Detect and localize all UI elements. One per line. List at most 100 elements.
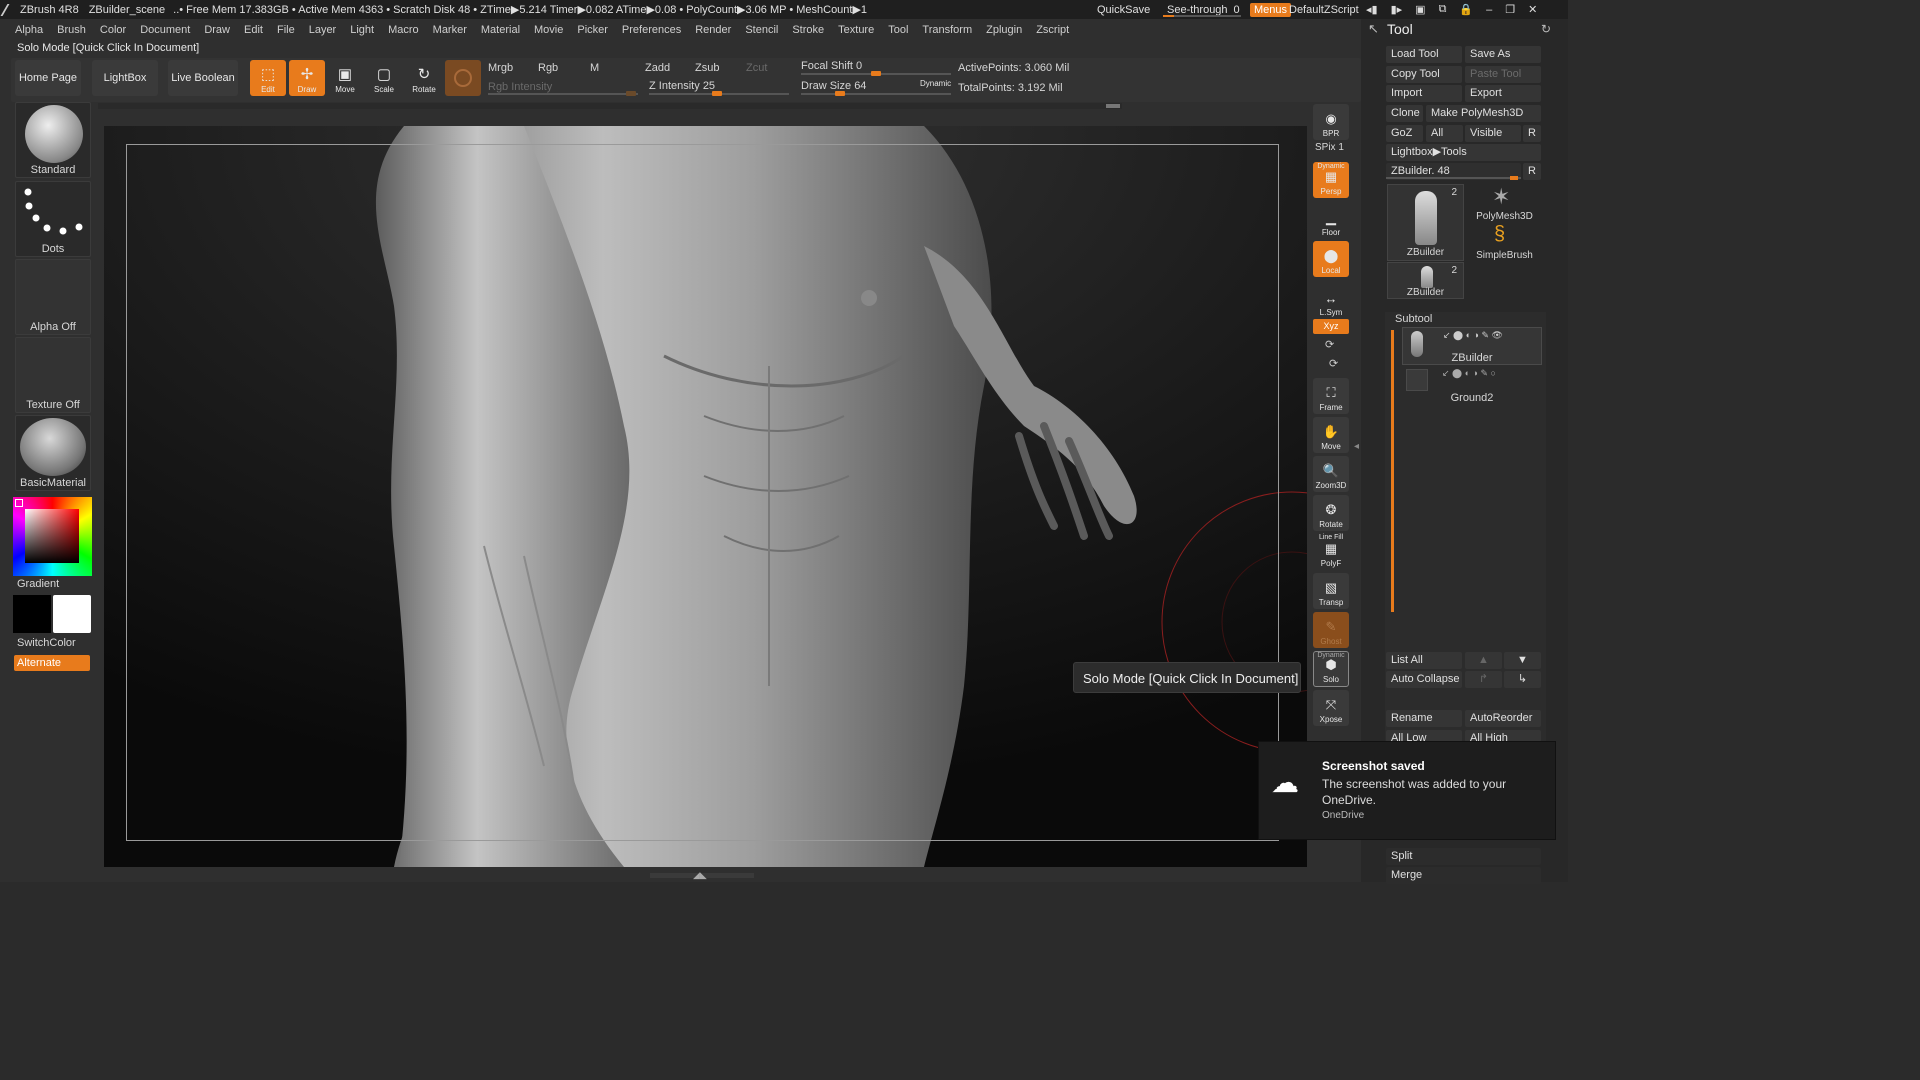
menu-marker[interactable]: Marker bbox=[433, 24, 467, 36]
menu-material[interactable]: Material bbox=[481, 24, 520, 36]
menu-draw[interactable]: Draw bbox=[204, 24, 230, 36]
subtool-scrollbar[interactable] bbox=[1391, 330, 1394, 612]
tool-thumb-zbuilder-2[interactable]: 2 ZBuilder bbox=[1387, 262, 1464, 299]
m-button[interactable]: M bbox=[590, 62, 599, 74]
xpose-button[interactable]: ⤧ Xpose bbox=[1313, 690, 1349, 726]
live-boolean-button[interactable]: Live Boolean bbox=[168, 60, 238, 96]
ui-layout-icon[interactable]: ▣ bbox=[1415, 3, 1425, 16]
shelf-scrollbar[interactable] bbox=[98, 103, 1122, 109]
color-picker[interactable] bbox=[13, 497, 92, 576]
rotate-z-icon[interactable]: ⟳ bbox=[1329, 357, 1338, 370]
color-picker-square[interactable] bbox=[25, 509, 79, 563]
auto-collapse-button[interactable]: Auto Collapse bbox=[1386, 671, 1462, 688]
subtool-header[interactable]: Subtool bbox=[1395, 313, 1432, 325]
menu-stroke[interactable]: Stroke bbox=[792, 24, 824, 36]
alpha-selector[interactable]: Alpha Off bbox=[15, 259, 91, 335]
quicksave-button[interactable]: QuickSave bbox=[1097, 0, 1150, 19]
dynamic-toggle[interactable]: Dynamic bbox=[920, 79, 951, 88]
menu-edit[interactable]: Edit bbox=[244, 24, 263, 36]
rgb-intensity-slider[interactable]: Rgb Intensity bbox=[488, 81, 552, 93]
export-button[interactable]: Export bbox=[1465, 85, 1541, 102]
menu-movie[interactable]: Movie bbox=[534, 24, 563, 36]
goz-all-button[interactable]: All bbox=[1426, 125, 1463, 142]
goz-button[interactable]: GoZ bbox=[1386, 125, 1423, 142]
goz-r-button[interactable]: R bbox=[1523, 125, 1541, 142]
subtool-toggles-icon[interactable]: ↙ ⬤ ◐ ◑ ✎ 👁 bbox=[1443, 330, 1503, 341]
scale-mode-button[interactable]: ▢ Scale bbox=[366, 60, 402, 96]
save-as-button[interactable]: Save As bbox=[1465, 46, 1541, 63]
menu-brush[interactable]: Brush bbox=[57, 24, 86, 36]
menu-document[interactable]: Document bbox=[140, 24, 190, 36]
polyf-button[interactable]: Line Fill ▦ PolyF bbox=[1313, 534, 1349, 570]
paste-tool-button[interactable]: Paste Tool bbox=[1465, 66, 1541, 83]
rotate-y-icon[interactable]: ⟳ bbox=[1325, 338, 1334, 351]
draw-size-slider[interactable]: Draw Size 64 bbox=[801, 80, 866, 92]
tool-thumb-simplebrush[interactable]: § SimpleBrush bbox=[1466, 223, 1543, 261]
maximize-icon[interactable]: ❐ bbox=[1505, 3, 1515, 16]
move-mode-button[interactable]: ▣ Move bbox=[327, 60, 363, 96]
primary-color-swatch[interactable] bbox=[13, 595, 51, 633]
menu-file[interactable]: File bbox=[277, 24, 295, 36]
make-polymesh3d-button[interactable]: Make PolyMesh3D bbox=[1426, 105, 1541, 122]
move-down-icon[interactable]: ▼ bbox=[1504, 652, 1541, 669]
menu-transform[interactable]: Transform bbox=[922, 24, 972, 36]
goz-visible-button[interactable]: Visible bbox=[1465, 125, 1521, 142]
xyz-button[interactable]: Xyz bbox=[1313, 319, 1349, 334]
alternate-button[interactable]: Alternate bbox=[14, 655, 90, 671]
arrow-down-right-icon[interactable]: ↳ bbox=[1504, 671, 1541, 688]
menu-picker[interactable]: Picker bbox=[577, 24, 608, 36]
secondary-color-swatch[interactable] bbox=[53, 595, 91, 633]
menu-preferences[interactable]: Preferences bbox=[622, 24, 681, 36]
seethrough-slider[interactable]: See-through 0 bbox=[1163, 0, 1241, 19]
list-all-button[interactable]: List All bbox=[1386, 652, 1462, 669]
subtool-item[interactable]: ↙ ⬤ ◐ ◑ ✎ 👁 ZBuilder bbox=[1402, 327, 1542, 365]
ui-swap-icon[interactable]: ⧉ bbox=[1439, 3, 1447, 16]
menu-zplugin[interactable]: Zplugin bbox=[986, 24, 1022, 36]
menu-macro[interactable]: Macro bbox=[388, 24, 419, 36]
zadd-button[interactable]: Zadd bbox=[645, 62, 670, 74]
menu-alpha[interactable]: Alpha bbox=[15, 24, 43, 36]
home-page-button[interactable]: Home Page bbox=[15, 60, 81, 96]
menu-zscript[interactable]: Zscript bbox=[1036, 24, 1069, 36]
draw-mode-button[interactable]: ✢ Draw bbox=[289, 60, 325, 96]
floor-button[interactable]: ▁ Floor bbox=[1313, 203, 1349, 239]
rename-button[interactable]: Rename bbox=[1386, 710, 1462, 727]
stroke-selector[interactable]: Dots bbox=[15, 181, 91, 257]
tool-palette-title[interactable]: Tool bbox=[1387, 21, 1413, 37]
lsym-button[interactable]: ↔ L.Sym bbox=[1313, 283, 1349, 319]
tool-select-r-button[interactable]: R bbox=[1523, 163, 1541, 180]
zoom3d-button[interactable]: 🔍 Zoom3D bbox=[1313, 456, 1349, 492]
menu-layer[interactable]: Layer bbox=[309, 24, 337, 36]
local-button[interactable]: ⬤ Local bbox=[1313, 241, 1349, 277]
close-icon[interactable]: ✕ bbox=[1528, 3, 1537, 16]
merge-section[interactable]: Merge bbox=[1386, 867, 1541, 884]
texture-selector[interactable]: Texture Off bbox=[15, 337, 91, 413]
menu-stencil[interactable]: Stencil bbox=[745, 24, 778, 36]
minimize-icon[interactable]: – bbox=[1486, 4, 1492, 16]
menu-texture[interactable]: Texture bbox=[838, 24, 874, 36]
ghost-button[interactable]: ✎ Ghost bbox=[1313, 612, 1349, 648]
load-tool-button[interactable]: Load Tool bbox=[1386, 46, 1462, 63]
lock-icon[interactable]: 🔒 bbox=[1459, 3, 1473, 16]
frame-button[interactable]: ⛶ Frame bbox=[1313, 378, 1349, 414]
default-zscript-button[interactable]: DefaultZScript bbox=[1289, 0, 1359, 19]
subtool-item[interactable]: ↙ ⬤ ◐ ◑ ✎ ○ Ground2 bbox=[1402, 366, 1542, 404]
palette-pin-icon[interactable]: ↖ bbox=[1368, 21, 1379, 37]
menu-light[interactable]: Light bbox=[350, 24, 374, 36]
split-section[interactable]: Split bbox=[1386, 848, 1541, 865]
expand-arrows-icon[interactable]: ◢◣ bbox=[693, 870, 707, 881]
switchcolor-button[interactable]: SwitchColor bbox=[17, 637, 76, 649]
copy-tool-button[interactable]: Copy Tool bbox=[1386, 66, 1462, 83]
persp-button[interactable]: Dynamic ▦ Persp bbox=[1313, 162, 1349, 198]
spix-slider[interactable]: SPix 1 bbox=[1315, 142, 1344, 153]
palette-refresh-icon[interactable]: ↻ bbox=[1541, 22, 1551, 36]
import-button[interactable]: Import bbox=[1386, 85, 1462, 102]
bpr-button[interactable]: ◉ BPR bbox=[1313, 104, 1349, 140]
menus-toggle-button[interactable]: Menus bbox=[1250, 2, 1292, 17]
tool-thumb-zbuilder[interactable]: 2 ZBuilder bbox=[1387, 184, 1464, 261]
move-up-icon[interactable]: ▲ bbox=[1465, 652, 1502, 669]
zsub-button[interactable]: Zsub bbox=[695, 62, 719, 74]
focal-shift-slider[interactable]: Focal Shift 0 bbox=[801, 60, 862, 72]
mrgb-button[interactable]: Mrgb bbox=[488, 62, 513, 74]
z-intensity-slider[interactable]: Z Intensity 25 bbox=[649, 80, 715, 92]
